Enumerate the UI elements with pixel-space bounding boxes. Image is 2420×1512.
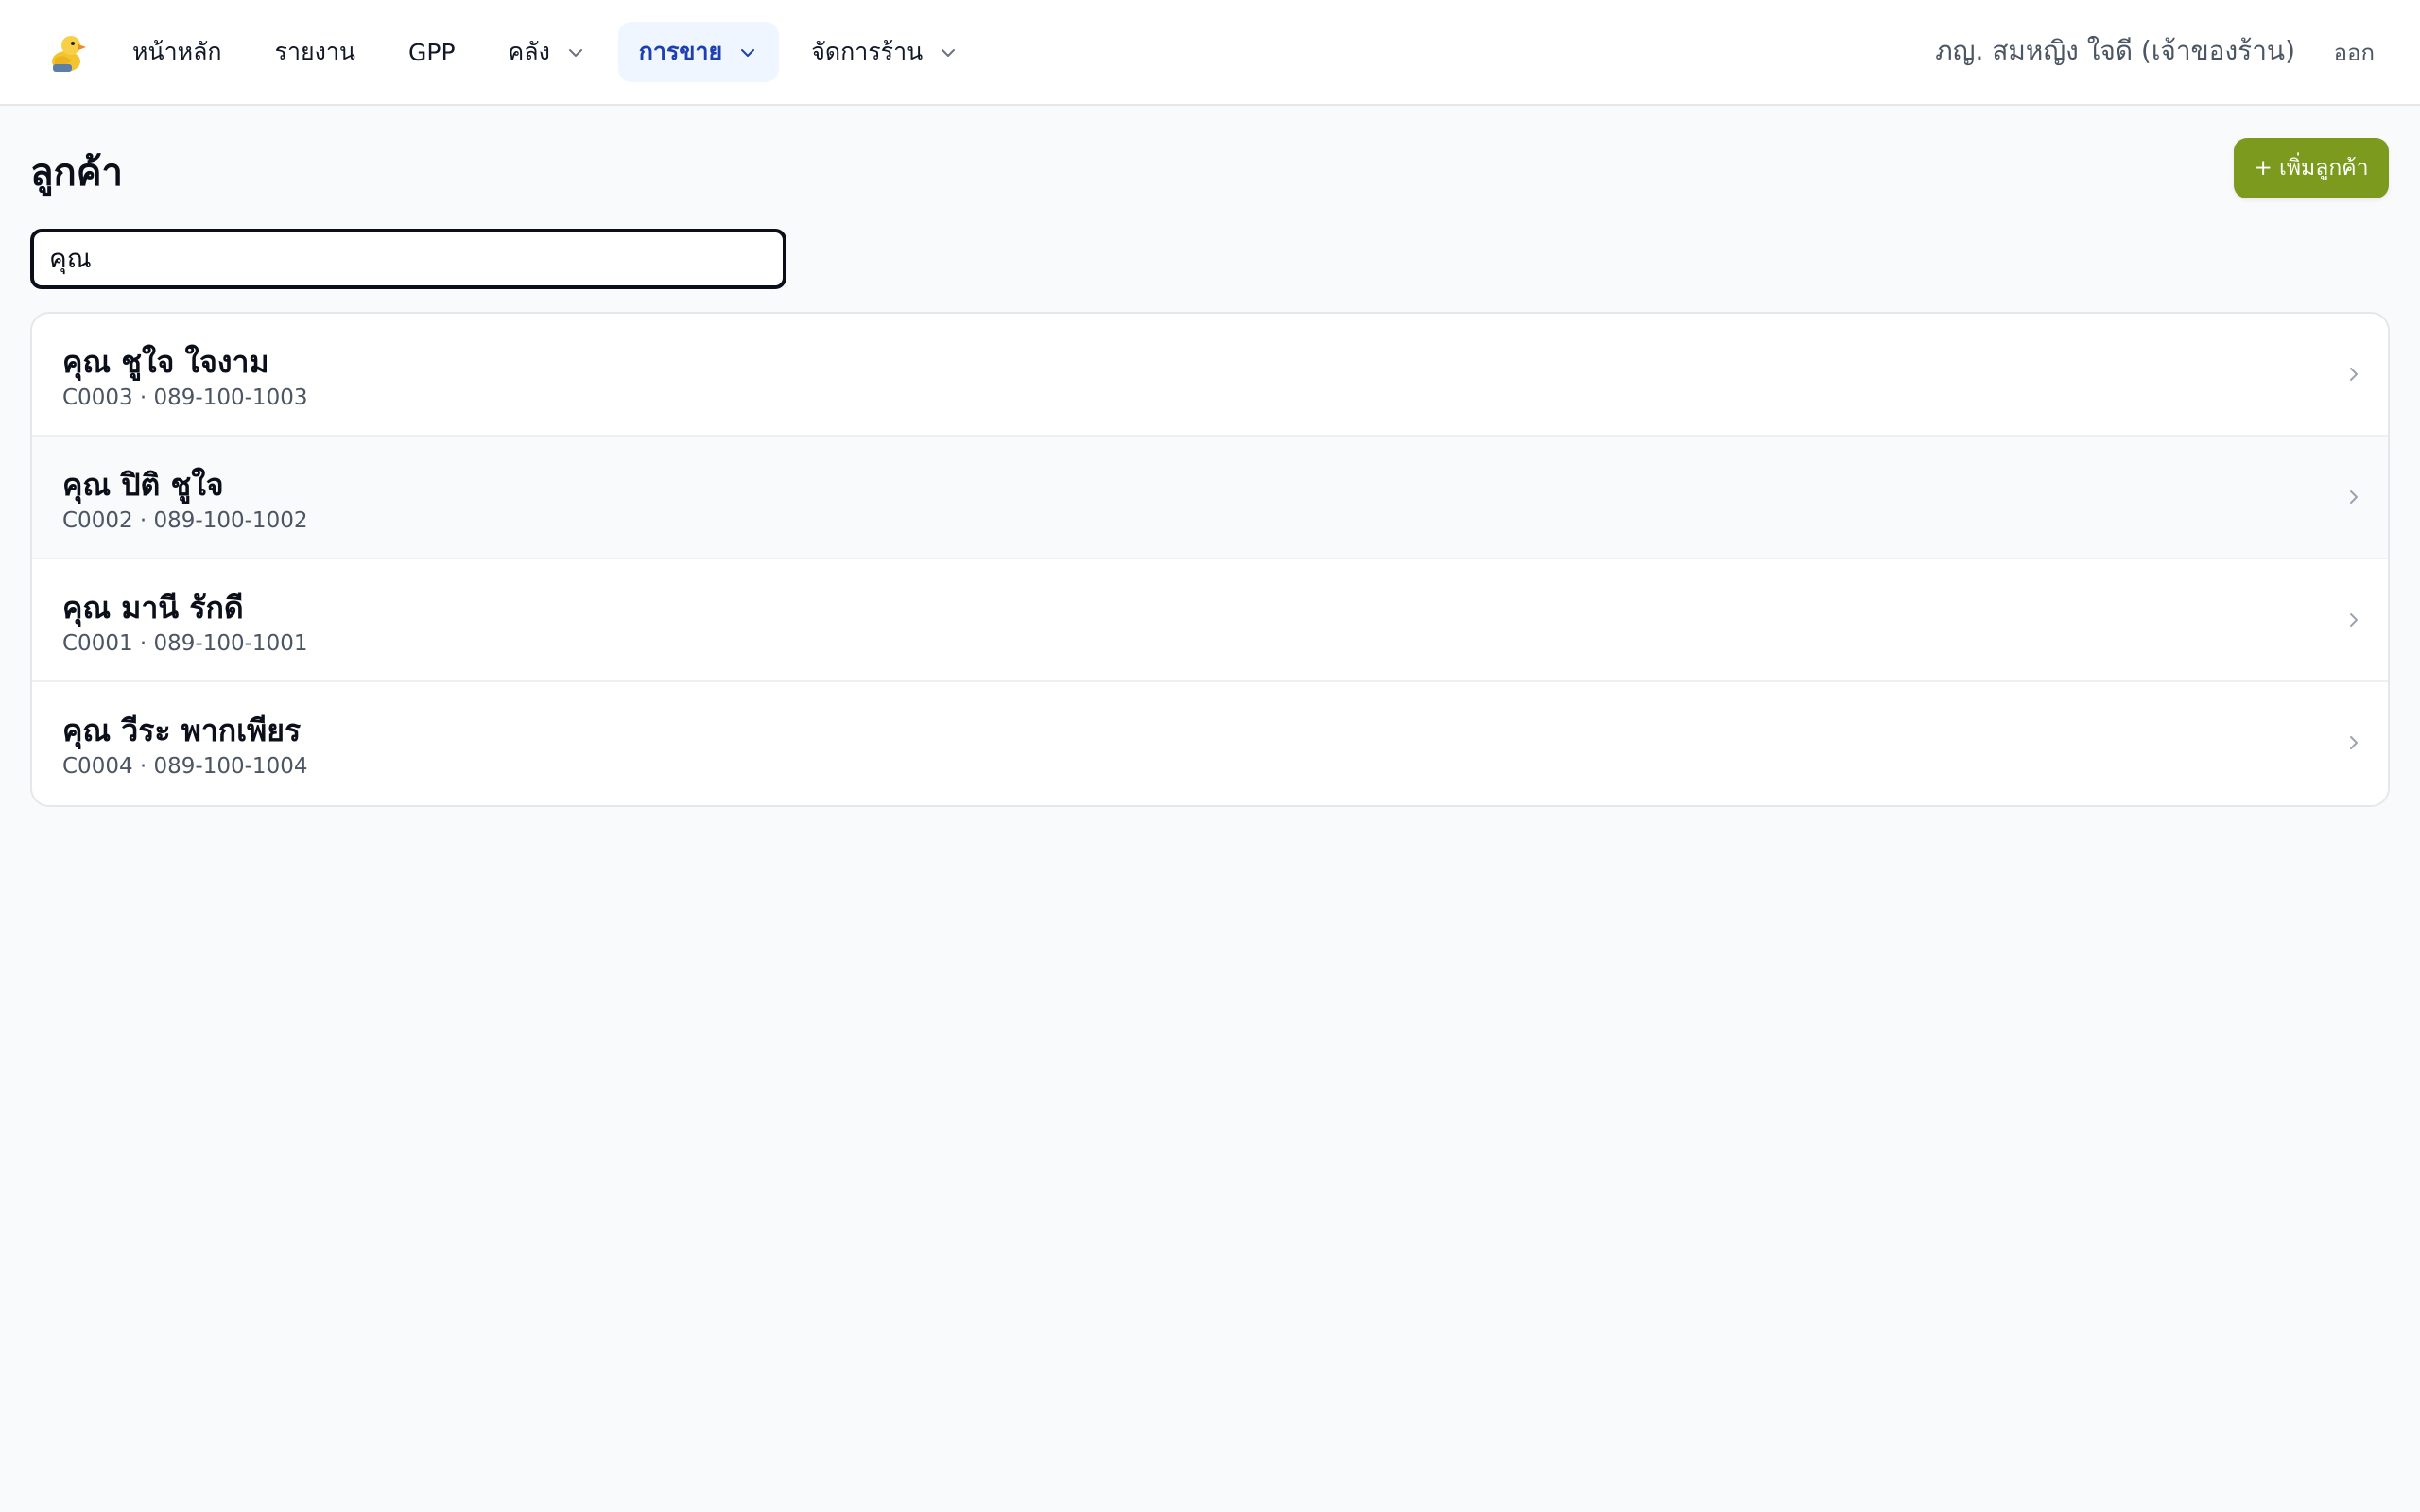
customer-row[interactable]: คุณ วีระ พากเพียร C0004 · 089-100-1004 <box>32 682 2388 805</box>
chevron-right-icon <box>2344 365 2363 384</box>
customer-phone: 089-100-1003 <box>153 386 308 410</box>
customer-name: คุณ วีระ พากเพียร <box>62 713 302 748</box>
customer-list: คุณ ชูใจ ใจงาม C0003 · 089-100-1003 คุณ … <box>30 312 2390 807</box>
page-title: ลูกค้า <box>30 151 123 195</box>
duck-logo-icon[interactable] <box>49 32 87 74</box>
nav-item-store-management[interactable]: จัดการร้าน <box>790 22 979 82</box>
customer-row[interactable]: คุณ ชูใจ ใจงาม C0003 · 089-100-1003 <box>32 314 2388 437</box>
customer-name: คุณ ปิติ ชูใจ <box>62 467 224 503</box>
chevron-down-icon <box>938 42 959 62</box>
customer-name: คุณ ชูใจ ใจงาม <box>62 344 269 380</box>
nav-item-inventory[interactable]: คลัง <box>488 22 607 82</box>
customer-details: C0003 · 089-100-1003 <box>62 386 308 410</box>
nav-item-home[interactable]: หน้าหลัก <box>112 22 243 82</box>
customer-phone: 089-100-1002 <box>153 508 308 533</box>
chevron-down-icon <box>737 42 758 62</box>
nav-item-label: การขาย <box>638 38 723 65</box>
nav-item-label: คลัง <box>508 38 550 65</box>
customer-row[interactable]: คุณ ปิติ ชูใจ C0002 · 089-100-1002 <box>32 437 2388 559</box>
customer-code: C0003 <box>62 386 133 410</box>
current-user-name: ภญ. สมหญิง ใจดี (เจ้าของร้าน) <box>1935 35 2295 66</box>
customer-name: คุณ มานี รักดี <box>62 590 244 626</box>
customer-details: C0002 · 089-100-1002 <box>62 508 308 533</box>
nav-item-label: จัดการร้าน <box>811 38 924 65</box>
nav-item-label: GPP <box>408 38 456 66</box>
customer-search-input[interactable] <box>30 229 786 289</box>
customer-row[interactable]: คุณ มานี รักดี C0001 · 089-100-1001 <box>32 559 2388 682</box>
chevron-right-icon <box>2344 733 2363 752</box>
customer-details: C0001 · 089-100-1001 <box>62 631 308 656</box>
top-navbar: หน้าหลัก รายงาน GPP คลัง การขาย จัดการร้… <box>0 0 2420 106</box>
nav-item-gpp[interactable]: GPP <box>388 22 476 82</box>
customer-phone: 089-100-1004 <box>153 754 308 779</box>
customer-details: C0004 · 089-100-1004 <box>62 754 308 779</box>
chevron-down-icon <box>565 42 586 62</box>
nav-item-sales[interactable]: การขาย <box>617 22 780 82</box>
nav-item-label: รายงาน <box>274 38 355 65</box>
add-customer-button[interactable]: + เพิ่มลูกค้า <box>2234 138 2389 198</box>
chevron-right-icon <box>2344 610 2363 629</box>
nav-item-reports[interactable]: รายงาน <box>254 22 376 82</box>
nav-item-label: หน้าหลัก <box>132 38 222 65</box>
customer-phone: 089-100-1001 <box>153 631 308 656</box>
customer-code: C0002 <box>62 508 133 533</box>
customer-code: C0004 <box>62 754 133 779</box>
chevron-right-icon <box>2344 488 2363 507</box>
main-nav: หน้าหลัก รายงาน GPP คลัง การขาย จัดการร้… <box>112 21 991 83</box>
customer-code: C0001 <box>62 631 133 656</box>
logout-button[interactable]: ออก <box>2334 34 2375 71</box>
